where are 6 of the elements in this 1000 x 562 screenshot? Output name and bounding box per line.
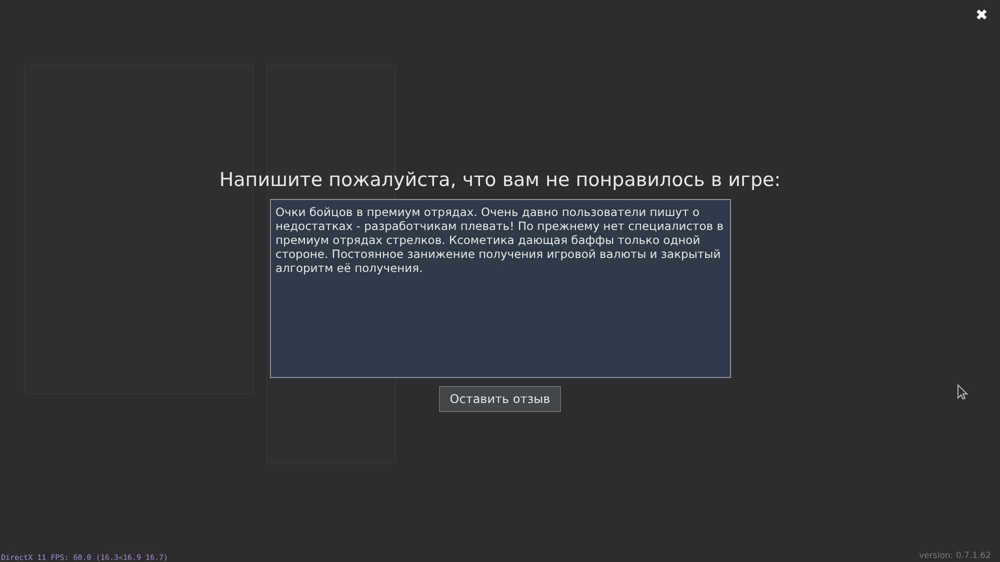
close-button[interactable]: ✖: [971, 4, 992, 27]
cursor-icon: [957, 384, 968, 400]
dialog-title: Напишите пожалуйста, что вам не понравилось в игре:: [219, 168, 781, 192]
submit-button[interactable]: Оставить отзыв: [438, 386, 562, 412]
version-label: version: 0.7.1.62: [919, 551, 992, 562]
feedback-field[interactable]: Очки бойцов в премиум отрядах. Очень давно пользователи пишут о недостатках - разработчикам плевать! По прежнему нет специалистов в премиум отрядах стрелков. Ксометика дающая баффы только одной стороне. Постоянное занижение получения игровой валюты и закрытый алгоритм её получения.: [270, 199, 730, 378]
